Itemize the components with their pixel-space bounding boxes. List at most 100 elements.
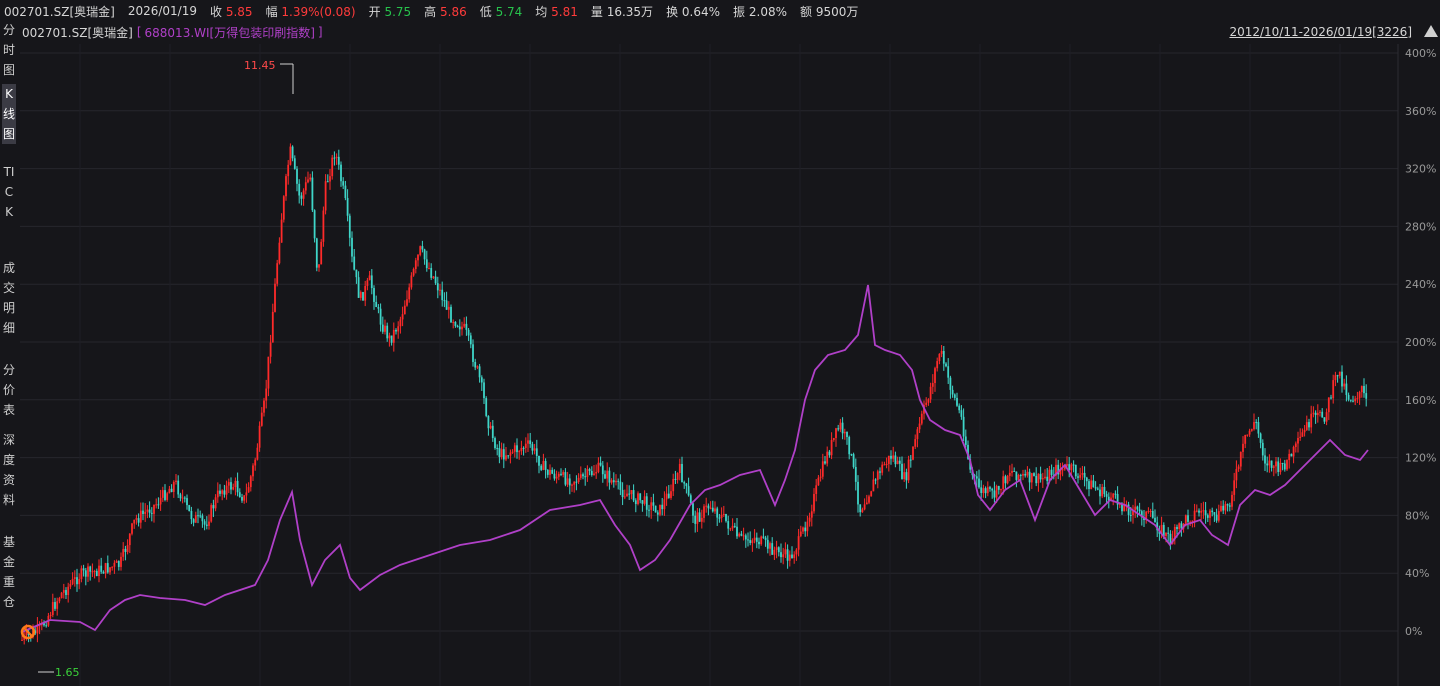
candle-body [725, 513, 727, 522]
candle-body [1308, 422, 1310, 428]
candle-body [527, 440, 529, 444]
candle-body [634, 500, 637, 505]
candle-body [733, 525, 736, 527]
candle-body [115, 561, 118, 563]
candle-body [214, 497, 217, 509]
sidebar-item-kline[interactable]: K线图 [2, 84, 16, 144]
candle-body [1250, 429, 1253, 431]
sidebar-item-trades[interactable]: 成交明细 [2, 258, 16, 338]
candle-body [225, 485, 228, 495]
candle-body [667, 493, 670, 498]
candle-body [93, 570, 96, 572]
candle-body [766, 539, 769, 549]
candle-body [417, 254, 419, 261]
axis-tick-label: 320% [1405, 163, 1436, 176]
candle-body [1321, 411, 1324, 418]
candle-body [465, 323, 468, 330]
candle-body [153, 504, 155, 514]
candle-body [241, 497, 243, 501]
axis-tick-label: 400% [1405, 47, 1436, 60]
candle-body [1363, 386, 1365, 394]
candle-body [753, 537, 756, 541]
candle-body [1138, 509, 1141, 512]
candle-body [423, 249, 426, 260]
candle-body [612, 480, 615, 483]
candle-body [846, 431, 848, 437]
candle-body [560, 473, 562, 475]
axis-tick-label: 120% [1405, 452, 1436, 465]
candle-body [1079, 474, 1082, 478]
candle-body [166, 493, 169, 500]
candle-body [1294, 443, 1297, 447]
candle-body [342, 181, 345, 186]
candle-body [652, 502, 655, 506]
candle-body [245, 492, 248, 496]
main-series-label[interactable]: 002701.SZ[奥瑞金] [22, 24, 133, 41]
candle-body [894, 455, 897, 465]
candle-body [531, 444, 534, 451]
candle-body [291, 146, 294, 159]
candle-body [271, 311, 274, 343]
candle-body [1026, 471, 1029, 476]
candle-body [456, 325, 459, 327]
candle-body [410, 275, 413, 288]
candle-body [951, 389, 954, 395]
candle-body [876, 471, 879, 480]
candle-body [106, 563, 109, 573]
axis-tick-label: 0% [1405, 625, 1422, 638]
candle-body [736, 526, 738, 537]
candle-body [626, 493, 628, 497]
candle-body [678, 463, 681, 474]
candle-body [513, 445, 516, 452]
candle-body [865, 502, 868, 505]
low-label: 1.65 [55, 666, 80, 679]
candle-body [344, 185, 347, 199]
candle-body [659, 504, 661, 515]
sidebar-item-fund[interactable]: 基金重仓 [2, 532, 16, 612]
candle-body [1193, 510, 1196, 521]
candle-body [1347, 394, 1350, 400]
candle-body [139, 510, 142, 523]
candle-body [1290, 453, 1293, 457]
kline-chart[interactable]: 400% 360% 320% 280% 240% 200% 160% 120% 80% 40% 0%… [0, 0, 1440, 686]
sidebar-item-timeshare[interactable]: 分时图 [2, 20, 16, 80]
candle-body [177, 480, 180, 495]
candle-body [285, 176, 287, 197]
candle-body [830, 440, 833, 456]
candle-body [463, 323, 466, 327]
candle-body [472, 344, 474, 362]
candle-body [681, 463, 683, 483]
sidebar-item-tick[interactable]: TICK [2, 162, 16, 222]
candle-body [1030, 473, 1033, 483]
candle-body [577, 477, 580, 483]
candle-body [1004, 476, 1007, 484]
candle-body [1365, 393, 1368, 399]
candle-body [1094, 487, 1097, 489]
candle-body [989, 487, 991, 489]
candle-body [1352, 400, 1354, 402]
sidebar-item-depth[interactable]: 深度资料 [2, 430, 16, 510]
candle-body [821, 461, 824, 477]
candle-body [788, 554, 791, 561]
collapse-arrow-icon[interactable] [1424, 25, 1438, 37]
date-range[interactable]: 2012/10/11-2026/01/19[3226] [1229, 25, 1412, 39]
candle-body [1136, 506, 1139, 510]
candle-body [687, 486, 690, 496]
candle-body [551, 469, 554, 474]
candle-body [236, 480, 239, 493]
candle-body [227, 482, 230, 486]
candle-body [749, 540, 752, 543]
candle-body [300, 195, 303, 199]
candle-body [234, 480, 237, 488]
candle-body [1288, 453, 1291, 461]
candle-body [126, 545, 129, 552]
candle-body [1303, 429, 1306, 433]
candle-body [986, 487, 989, 494]
candle-body [199, 515, 202, 517]
candle-body [76, 577, 78, 585]
sidebar-item-price-table[interactable]: 分价表 [2, 360, 16, 420]
candle-body [1233, 480, 1236, 495]
compare-series-label[interactable]: 688013.WI[万得包装印刷指数] [145, 24, 315, 41]
candle-body [1253, 422, 1255, 430]
candle-body [1206, 515, 1209, 518]
